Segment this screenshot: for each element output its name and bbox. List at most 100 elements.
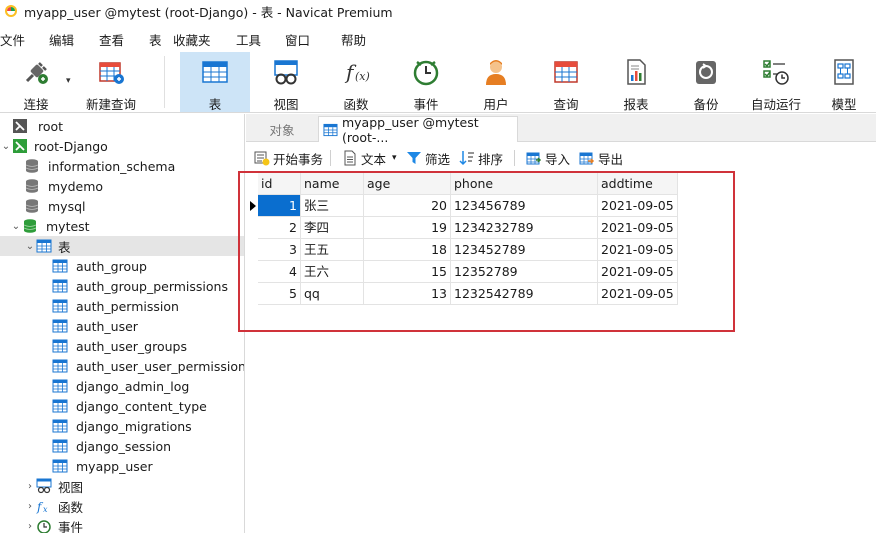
cell-age[interactable]: 15 xyxy=(364,261,451,283)
text-button[interactable]: 文本 ▾ xyxy=(342,148,397,168)
chevron-down-icon[interactable]: ⌄ xyxy=(24,240,36,252)
tree-node-functions-group[interactable]: › fx 函数 xyxy=(0,496,244,516)
tree-node-table[interactable]: auth_user_user_permissions xyxy=(0,356,244,376)
backup-icon xyxy=(691,57,721,87)
import-button[interactable]: 导入 xyxy=(526,148,570,168)
view-icon xyxy=(271,57,301,87)
connect-dropdown-icon[interactable]: ▾ xyxy=(66,76,71,86)
new-query-button[interactable]: 新建查询 xyxy=(82,52,140,112)
tree-node-root-django[interactable]: ⌄ root-Django xyxy=(0,136,244,156)
tree-node-table[interactable]: auth_group xyxy=(0,256,244,276)
cell-id[interactable]: 4 xyxy=(258,261,301,283)
cell-id[interactable]: 1 xyxy=(258,195,301,217)
tree-node-database[interactable]: mysql xyxy=(0,196,244,216)
cell-phone[interactable]: 1234232789 xyxy=(451,217,598,239)
menu-view[interactable]: 查看 xyxy=(99,30,124,49)
title-bar: myapp_user @mytest (root-Django) - 表 - N… xyxy=(0,0,876,22)
tree-node-table[interactable]: auth_permission xyxy=(0,296,244,316)
backup-button[interactable]: 备份 xyxy=(676,52,736,112)
cell-age[interactable]: 20 xyxy=(364,195,451,217)
cell-addtime[interactable]: 2021-09-05 2 xyxy=(598,283,678,305)
cell-name[interactable]: 王五 xyxy=(301,239,364,261)
function-button[interactable]: f (x) 函数 xyxy=(326,52,386,112)
svg-text:x: x xyxy=(43,505,48,514)
table-icon xyxy=(52,358,68,374)
query-icon xyxy=(551,57,581,87)
sort-button[interactable]: 排序 xyxy=(459,148,503,168)
connect-button[interactable]: 连接 xyxy=(6,52,66,112)
cell-addtime[interactable]: 2021-09-05 2 xyxy=(598,195,678,217)
query-button[interactable]: 查询 xyxy=(536,52,596,112)
tree-node-tables-group[interactable]: ⌄ 表 xyxy=(0,236,244,256)
menu-favorites[interactable]: 收藏夹 xyxy=(173,30,211,49)
cell-phone[interactable]: 1232542789 xyxy=(451,283,598,305)
model-button[interactable]: 模型 xyxy=(816,52,872,112)
view-button[interactable]: 视图 xyxy=(256,52,316,112)
tree-node-table[interactable]: myapp_user xyxy=(0,456,244,476)
tree-node-table[interactable]: django_migrations xyxy=(0,416,244,436)
cell-age[interactable]: 19 xyxy=(364,217,451,239)
tree-node-database[interactable]: mydemo xyxy=(0,176,244,196)
tree-node-table[interactable]: django_content_type xyxy=(0,396,244,416)
cell-id[interactable]: 5 xyxy=(258,283,301,305)
table-icon xyxy=(323,123,338,136)
export-button[interactable]: 导出 xyxy=(579,148,623,168)
column-header-name[interactable]: name xyxy=(301,173,364,195)
automation-button[interactable]: 自动运行 xyxy=(746,52,806,112)
chevron-right-icon[interactable]: › xyxy=(24,520,36,532)
user-button[interactable]: 用户 xyxy=(466,52,526,112)
column-header-id[interactable]: id xyxy=(258,173,301,195)
cell-id[interactable]: 2 xyxy=(258,217,301,239)
cell-name[interactable]: 王六 xyxy=(301,261,364,283)
menu-tools[interactable]: 工具 xyxy=(236,30,261,49)
cell-addtime[interactable]: 2021-09-05 2 xyxy=(598,261,678,283)
cell-phone[interactable]: 123452789 xyxy=(451,239,598,261)
cell-id[interactable]: 3 xyxy=(258,239,301,261)
cell-addtime[interactable]: 2021-09-05 2 xyxy=(598,239,678,261)
table-icon xyxy=(52,438,68,454)
main-toolbar: 连接 ▾ 新建查询 表 视图 f (x) 函数 事件 用户 查询 报表 备份 自… xyxy=(0,50,876,113)
event-button[interactable]: 事件 xyxy=(396,52,456,112)
tab-myapp-user[interactable]: myapp_user @mytest (root-... xyxy=(318,115,518,145)
tree-node-table[interactable]: auth_user_groups xyxy=(0,336,244,356)
menu-edit[interactable]: 编辑 xyxy=(49,30,74,49)
menu-window[interactable]: 窗口 xyxy=(285,30,310,49)
column-header-phone[interactable]: phone xyxy=(451,173,598,195)
table-icon xyxy=(36,238,52,254)
tree-node-table[interactable]: auth_user xyxy=(0,316,244,336)
filter-button[interactable]: 筛选 xyxy=(406,148,450,168)
column-header-addtime[interactable]: addtime xyxy=(598,173,678,195)
tree-node-table[interactable]: django_admin_log xyxy=(0,376,244,396)
toolbar-separator xyxy=(330,150,331,166)
chevron-right-icon[interactable]: › xyxy=(24,480,36,492)
tree-node-root[interactable]: root xyxy=(0,116,244,136)
tree-node-events-group[interactable]: › 事件 xyxy=(0,516,244,533)
begin-transaction-button[interactable]: 开始事务 xyxy=(254,148,323,168)
tree-node-database[interactable]: information_schema xyxy=(0,156,244,176)
tree-node-table[interactable]: auth_group_permissions xyxy=(0,276,244,296)
tab-objects[interactable]: 对象 xyxy=(246,116,318,142)
connection-icon xyxy=(12,118,28,134)
cell-name[interactable]: 李四 xyxy=(301,217,364,239)
chevron-right-icon[interactable]: › xyxy=(24,500,36,512)
menu-help[interactable]: 帮助 xyxy=(341,30,366,49)
cell-phone[interactable]: 12352789 xyxy=(451,261,598,283)
text-dropdown-icon[interactable]: ▾ xyxy=(392,153,397,163)
menu-file[interactable]: 文件 xyxy=(0,30,25,49)
tree-node-views-group[interactable]: › 视图 xyxy=(0,476,244,496)
cell-addtime[interactable]: 2021-09-05 2 xyxy=(598,217,678,239)
table-button[interactable]: 表 xyxy=(180,52,250,112)
cell-age[interactable]: 13 xyxy=(364,283,451,305)
cell-phone[interactable]: 123456789 xyxy=(451,195,598,217)
report-button[interactable]: 报表 xyxy=(606,52,666,112)
chevron-down-icon[interactable]: ⌄ xyxy=(0,140,12,152)
tree-node-database-mytest[interactable]: ⌄ mytest xyxy=(0,216,244,236)
menu-bar: 文件 编辑 查看 表 收藏夹 工具 窗口 帮助 xyxy=(0,28,876,48)
menu-table[interactable]: 表 xyxy=(149,30,162,49)
cell-age[interactable]: 18 xyxy=(364,239,451,261)
tree-node-table[interactable]: django_session xyxy=(0,436,244,456)
cell-name[interactable]: 张三 xyxy=(301,195,364,217)
cell-name[interactable]: qq xyxy=(301,283,364,305)
column-header-age[interactable]: age xyxy=(364,173,451,195)
chevron-down-icon[interactable]: ⌄ xyxy=(10,220,22,232)
